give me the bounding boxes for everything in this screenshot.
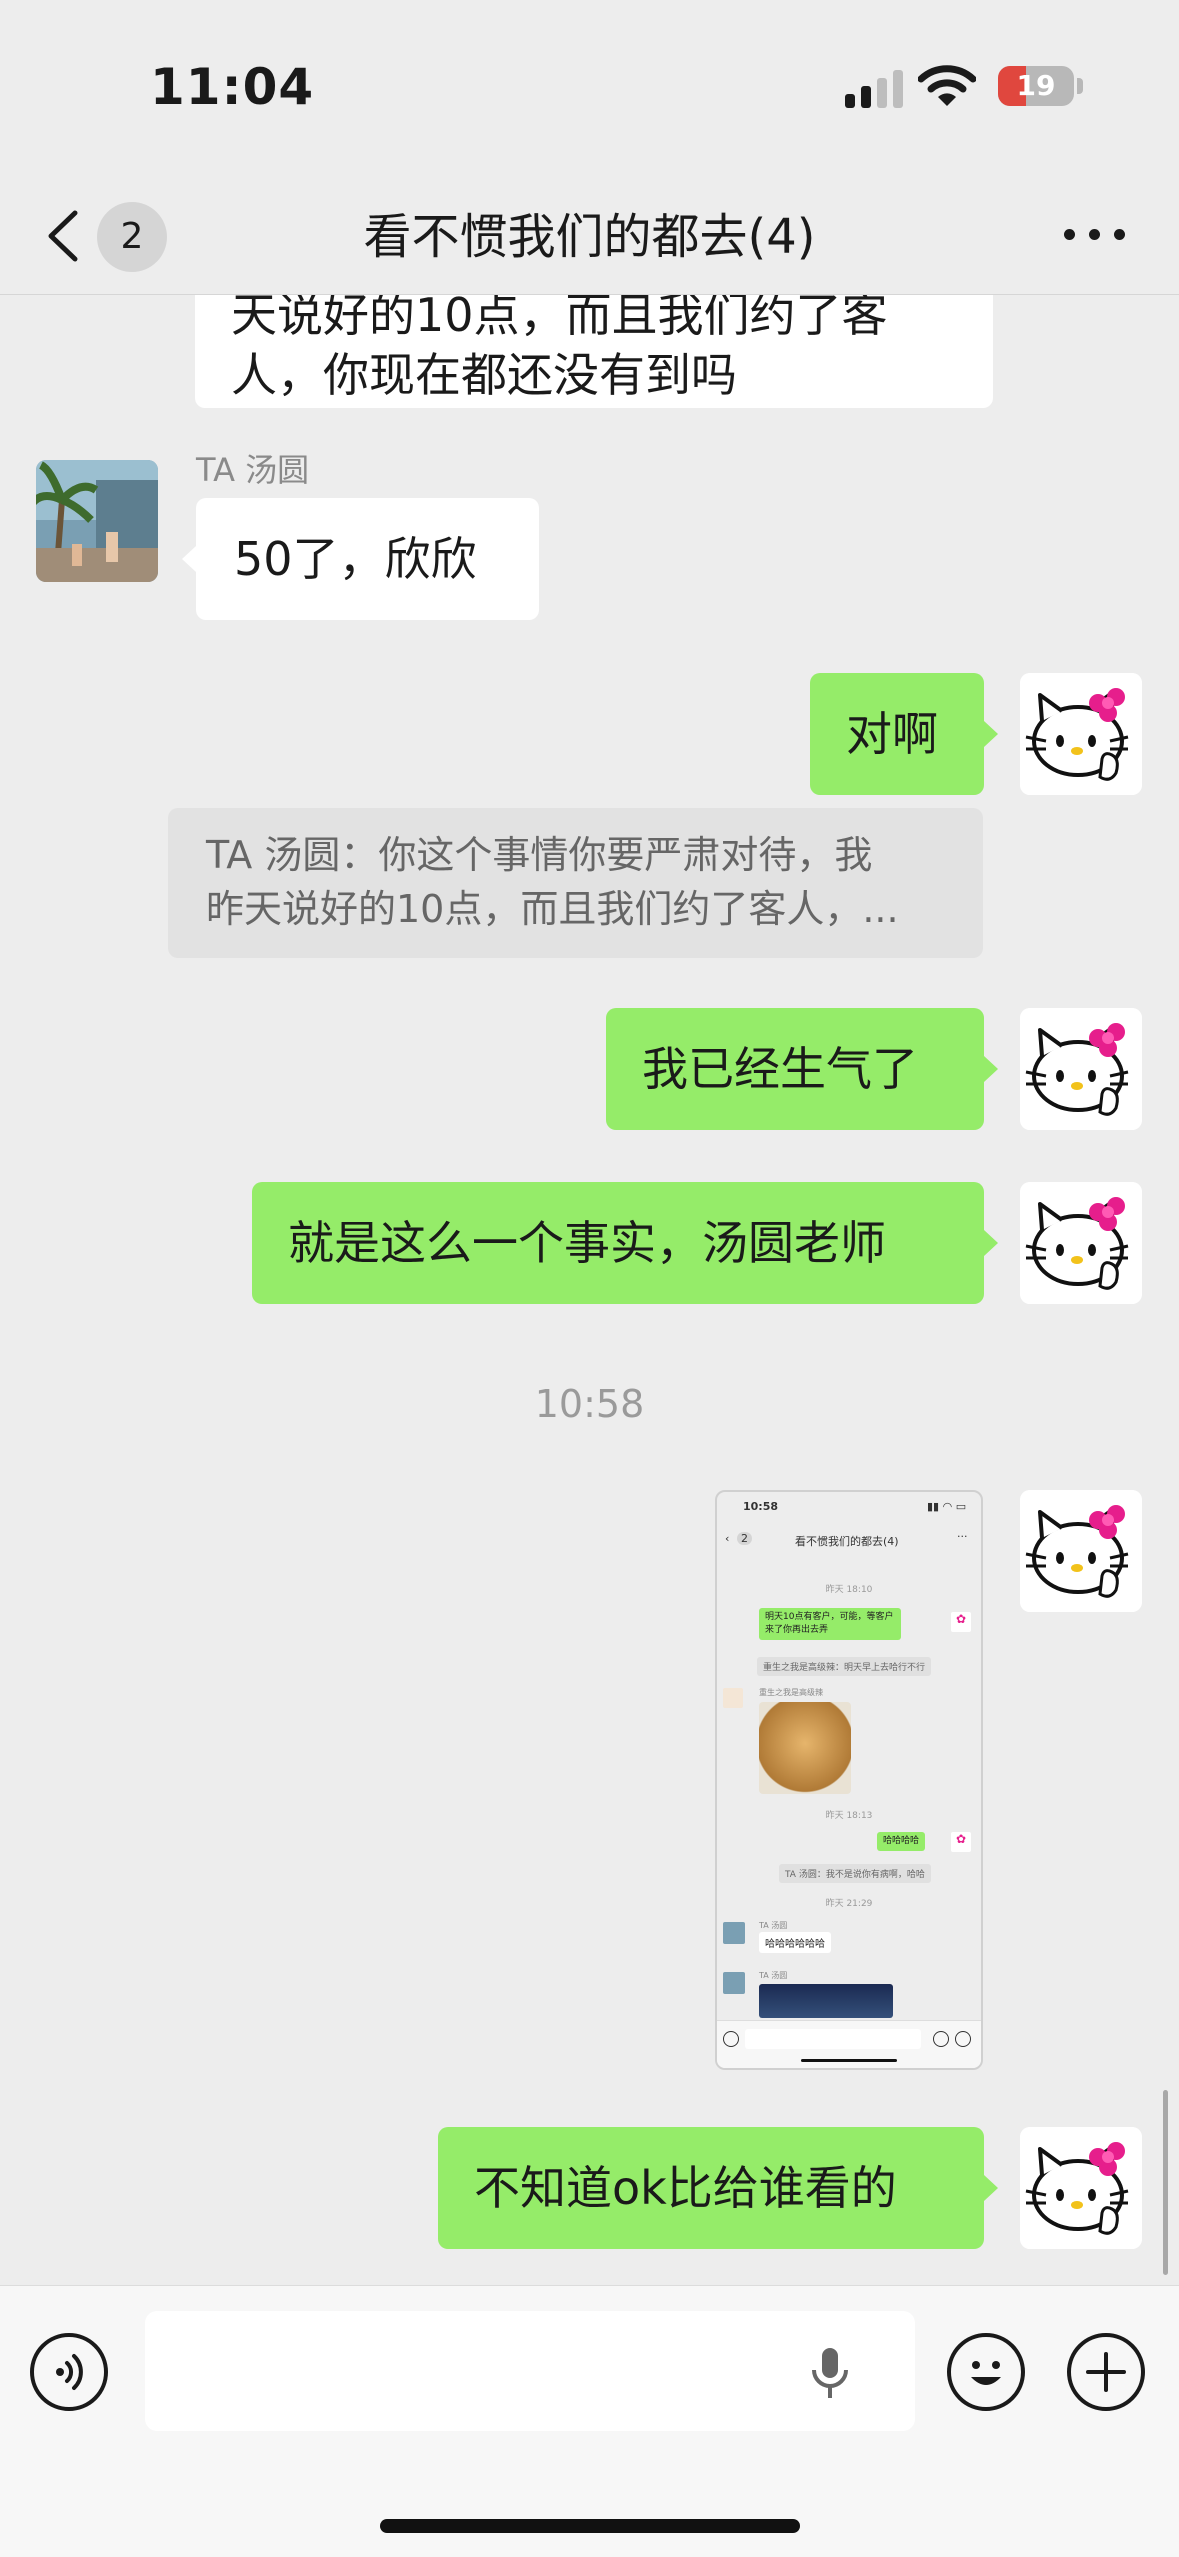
- input-bar: [0, 2285, 1179, 2557]
- message-text: 我已经生气了: [642, 1042, 918, 1096]
- message-bubble-sent[interactable]: 我已经生气了: [606, 1008, 998, 1130]
- more-icon[interactable]: [1060, 215, 1130, 255]
- unread-badge: 2: [97, 202, 167, 272]
- hello-kitty-avatar[interactable]: [1020, 1008, 1142, 1130]
- message-bubble-sent[interactable]: 对啊: [810, 673, 998, 795]
- scrollbar[interactable]: [1163, 2090, 1168, 2275]
- thumb-input-bar: [717, 2020, 981, 2068]
- message-bubble-sent[interactable]: 就是这么一个事实，汤圆老师: [252, 1182, 998, 1304]
- thumb-avatar: ✿: [951, 1832, 971, 1852]
- image-message[interactable]: 10:58 ▮▮ ◠ ▭ ‹ 2 看不惯我们的都去(4) ··· 昨天 18:1…: [715, 1490, 983, 2070]
- quote-text: TA 汤圆：你这个事情你要严肃对待，我: [206, 833, 873, 877]
- message-text: 人，你现在都还没有到吗: [231, 348, 737, 402]
- plus-icon[interactable]: [1067, 2333, 1145, 2411]
- thumb-back: ‹: [725, 1532, 730, 1545]
- chat-title: 看不惯我们的都去(4): [363, 209, 816, 265]
- message-text: 对啊: [846, 707, 938, 761]
- palm-tree-avatar[interactable]: [36, 460, 158, 582]
- message-text: 50了，欣欣: [234, 532, 477, 586]
- thumb-time: 10:58: [743, 1500, 779, 1513]
- thumb-avatar: ✿: [951, 1612, 971, 1632]
- thumb-sent-bubble: 明天10点有客户，可能，等客户 来了你再出去弄: [759, 1608, 901, 1640]
- thumb-title: 看不惯我们的都去(4): [795, 1535, 899, 1548]
- message-bubble-received[interactable]: 天说好的10点，而且我们约了客 人，你现在都还没有到吗: [195, 295, 993, 408]
- message-text: 就是这么一个事实，汤圆老师: [288, 1216, 886, 1270]
- microphone-icon[interactable]: [810, 2346, 850, 2400]
- status-bar: 11:04 19: [0, 0, 1179, 175]
- thumb-avatar: [723, 1972, 745, 1994]
- thumb-cat-sticker: [759, 1702, 851, 1794]
- message-bubble-sent[interactable]: 不知道ok比给谁看的: [438, 2127, 998, 2249]
- thumb-quote: TA 汤圆：我不是说你有病啊，哈哈: [779, 1864, 931, 1883]
- thumb-time-sep: 昨天 18:13: [825, 1811, 873, 1821]
- hello-kitty-avatar[interactable]: [1020, 2127, 1142, 2249]
- message-list[interactable]: 天说好的10点，而且我们约了客 人，你现在都还没有到吗 TA 汤圆 50了，欣欣…: [0, 295, 1179, 2285]
- hello-kitty-avatar[interactable]: [1020, 673, 1142, 795]
- thumb-received-bubble: 哈哈哈哈哈哈: [759, 1932, 831, 1953]
- wifi-icon: [918, 65, 976, 106]
- home-indicator[interactable]: [380, 2519, 800, 2533]
- message-bubble-received[interactable]: 50了，欣欣: [182, 498, 539, 620]
- emoji-icon[interactable]: [947, 2333, 1025, 2411]
- sender-name: TA 汤圆: [196, 451, 310, 489]
- thumb-sender: TA 汤圆: [759, 1971, 788, 1980]
- back-chevron-icon: [48, 210, 78, 262]
- status-time: 11:04: [150, 58, 315, 116]
- message-text: 不知道ok比给谁看的: [474, 2161, 897, 2215]
- hello-kitty-avatar[interactable]: [1020, 1490, 1142, 1612]
- time-separator: 10:58: [534, 1382, 645, 1426]
- thumb-sender: 重生之我是高级辣: [759, 1688, 823, 1697]
- chat-header: 2 看不惯我们的都去(4): [0, 175, 1179, 295]
- thumb-sender: TA 汤圆: [759, 1921, 788, 1930]
- back-button[interactable]: 2: [45, 200, 185, 272]
- thumb-time-sep: 昨天 18:10: [825, 1585, 873, 1595]
- thumb-photo: [759, 1984, 893, 2018]
- thumb-avatar: [723, 1688, 743, 1708]
- voice-icon[interactable]: [30, 2333, 108, 2411]
- hello-kitty-avatar[interactable]: [1020, 1182, 1142, 1304]
- battery-level: 19: [1016, 69, 1056, 102]
- cellular-signal-icon: [845, 70, 903, 108]
- battery-icon: 19: [998, 66, 1074, 106]
- thumb-badge: 2: [737, 1532, 752, 1545]
- thumb-more: ···: [957, 1530, 968, 1543]
- thumb-quote: 重生之我是高级辣：明天早上去哈行不行: [757, 1657, 932, 1676]
- quoted-reply[interactable]: TA 汤圆：你这个事情你要严肃对待，我 昨天说好的10点，而且我们约了客人，..…: [168, 808, 983, 958]
- message-input[interactable]: [145, 2311, 915, 2431]
- thumb-status-icons: ▮▮ ◠ ▭: [927, 1500, 967, 1513]
- message-text: 天说好的10点，而且我们约了客: [231, 295, 888, 342]
- thumb-sent-bubble: 哈哈哈哈: [877, 1832, 926, 1851]
- thumb-time-sep: 昨天 21:29: [825, 1899, 873, 1909]
- thumb-avatar: [723, 1922, 745, 1944]
- quote-text: 昨天说好的10点，而且我们约了客人，...: [206, 887, 899, 931]
